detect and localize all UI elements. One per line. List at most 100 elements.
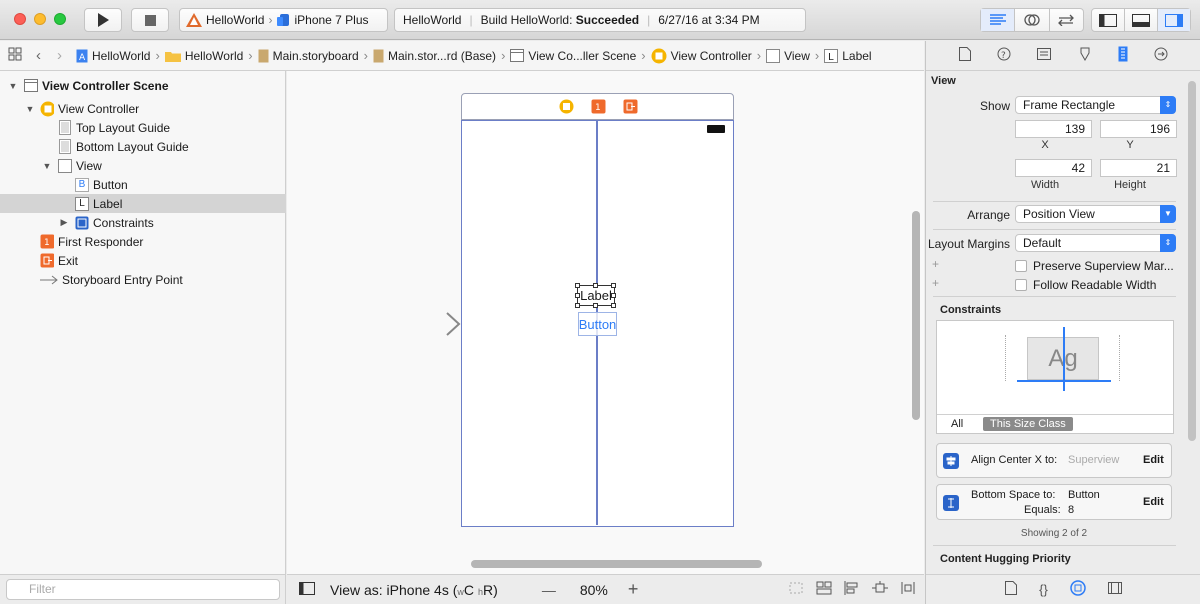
bottom-constraint-line[interactable] [1017, 380, 1111, 382]
label-icon: L [824, 48, 839, 63]
tab-all[interactable]: All [951, 418, 963, 430]
stop-button[interactable] [131, 8, 169, 32]
vertical-scrollbar[interactable] [912, 211, 920, 420]
disclosure-down-icon[interactable]: ▼ [42, 161, 52, 171]
embed-in-stack-icon[interactable] [816, 581, 832, 598]
resize-handle[interactable] [575, 293, 580, 298]
follow-readable-checkbox[interactable] [1015, 279, 1027, 291]
standard-editor-button[interactable] [981, 9, 1016, 31]
minimize-window-button[interactable] [34, 13, 46, 25]
edit-constraint-button[interactable]: Edit [1143, 454, 1164, 466]
crumb-label-item[interactable]: L Label [824, 48, 872, 63]
tree-item-scene[interactable]: ▼ View Controller Scene [0, 76, 286, 95]
quick-help-icon[interactable]: ? [997, 47, 1011, 64]
toggle-navigator-button[interactable] [1092, 9, 1125, 31]
crumb-storyboard[interactable]: Main.storyboard [258, 49, 359, 63]
update-frames-icon[interactable] [788, 581, 804, 598]
assistant-editor-button[interactable] [1015, 9, 1050, 31]
crumb-project[interactable]: A HelloWorld [76, 49, 150, 63]
zoom-window-button[interactable] [54, 13, 66, 25]
first-responder-icon[interactable]: 1 [591, 99, 606, 114]
run-button[interactable] [84, 8, 122, 32]
crumb-view-controller[interactable]: View Controller [651, 48, 752, 64]
canvas-button[interactable]: Button [578, 312, 617, 336]
constraint-bottom-space[interactable]: Bottom Space to: Button Equals: 8 Edit [936, 484, 1172, 520]
tree-item-constraints[interactable]: ▶ Constraints [0, 213, 286, 232]
tree-item-top-layout-guide[interactable]: Top Layout Guide [0, 118, 286, 137]
x-field[interactable]: 139 [1015, 120, 1092, 138]
height-field[interactable]: 21 [1100, 159, 1177, 177]
related-items-icon[interactable] [8, 47, 22, 64]
version-editor-button[interactable] [1050, 9, 1083, 31]
align-icon[interactable] [844, 581, 860, 598]
view-as-control[interactable]: View as: iPhone 4s (wC hR) [330, 582, 498, 598]
resize-handle[interactable] [593, 303, 598, 308]
layout-margins-popup[interactable]: Default ⇕ [1015, 234, 1176, 252]
navigator-filter-input[interactable]: Filter [6, 579, 280, 600]
exit-icon [40, 253, 54, 268]
disclosure-right-icon[interactable]: ▶ [59, 217, 69, 228]
exit-icon[interactable] [623, 99, 638, 114]
chevron-right-icon: › [814, 48, 820, 63]
tree-item-first-responder[interactable]: 1 First Responder [0, 232, 286, 251]
close-window-button[interactable] [14, 13, 26, 25]
scheme-project[interactable]: HelloWorld [206, 13, 264, 27]
resize-handle[interactable] [611, 293, 616, 298]
tree-item-entry-point[interactable]: Storyboard Entry Point [0, 270, 286, 289]
resize-handle[interactable] [611, 283, 616, 288]
crumb-group[interactable]: HelloWorld [164, 49, 243, 63]
file-template-library-icon[interactable] [1005, 581, 1018, 598]
constraint-align-center-x[interactable]: Align Center X to: Superview Edit [936, 443, 1172, 478]
constraints-title: Constraints [940, 304, 1002, 316]
resolve-issues-icon[interactable] [900, 581, 916, 598]
resize-handle[interactable] [575, 283, 580, 288]
y-field[interactable]: 196 [1100, 120, 1177, 138]
add-variation-button[interactable]: + [932, 257, 939, 271]
view-controller-icon[interactable] [559, 99, 574, 114]
zoom-in-button[interactable]: + [628, 579, 639, 600]
tree-item-bottom-layout-guide[interactable]: Bottom Layout Guide [0, 137, 286, 156]
zoom-level[interactable]: 80% [580, 582, 608, 598]
pin-icon[interactable] [872, 581, 888, 598]
back-arrow-icon[interactable]: ‹ [36, 47, 41, 64]
media-library-icon[interactable] [1107, 582, 1122, 597]
show-popup[interactable]: Frame Rectangle ⇕ [1015, 96, 1176, 114]
add-variation-button[interactable]: + [932, 276, 939, 290]
zoom-out-button[interactable]: — [542, 582, 556, 598]
tree-item-button[interactable]: B Button [0, 175, 286, 194]
scheme-selector[interactable]: HelloWorld › iPhone 7 Plus [179, 8, 388, 32]
horizontal-scrollbar[interactable] [471, 560, 762, 568]
preserve-superview-checkbox[interactable] [1015, 260, 1027, 272]
code-snippet-library-icon[interactable]: {} [1039, 582, 1048, 597]
size-inspector-icon[interactable] [1118, 46, 1128, 65]
resize-handle[interactable] [611, 303, 616, 308]
disclosure-down-icon[interactable]: ▼ [25, 104, 35, 114]
identity-inspector-icon[interactable] [1037, 48, 1052, 63]
file-inspector-icon[interactable] [959, 47, 972, 64]
tree-item-label-selected[interactable]: L Label [0, 194, 286, 213]
divider [933, 545, 1176, 546]
tree-item-view-controller[interactable]: ▼ View Controller [0, 99, 286, 118]
arrange-popup[interactable]: Position View ▼ [1015, 205, 1176, 223]
attributes-inspector-icon[interactable] [1078, 47, 1092, 64]
toggle-utilities-button[interactable] [1158, 9, 1190, 31]
inspector-scrollbar[interactable] [1188, 81, 1196, 441]
edit-constraint-button[interactable]: Edit [1143, 496, 1164, 508]
scheme-device[interactable]: iPhone 7 Plus [294, 13, 368, 27]
connections-inspector-icon[interactable] [1154, 47, 1168, 64]
tree-item-view[interactable]: ▼ View [0, 156, 286, 175]
toggle-debug-area-button[interactable] [1125, 9, 1158, 31]
crumb-scene[interactable]: View Co...ller Scene [510, 49, 636, 63]
storyboard-canvas[interactable]: 1 Label Button [287, 71, 924, 574]
toggle-outline-icon[interactable] [299, 581, 315, 598]
disclosure-down-icon[interactable]: ▼ [8, 81, 18, 91]
tree-item-exit[interactable]: Exit [0, 251, 286, 270]
forward-arrow-icon[interactable]: › [57, 47, 62, 64]
width-field[interactable]: 42 [1015, 159, 1092, 177]
crumb-storyboard-base[interactable]: Main.stor...rd (Base) [373, 49, 496, 63]
object-library-icon[interactable] [1070, 580, 1086, 599]
resize-handle[interactable] [575, 303, 580, 308]
tab-this-size-class[interactable]: This Size Class [983, 417, 1073, 431]
crumb-view[interactable]: View [766, 48, 810, 63]
resize-handle[interactable] [593, 283, 598, 288]
